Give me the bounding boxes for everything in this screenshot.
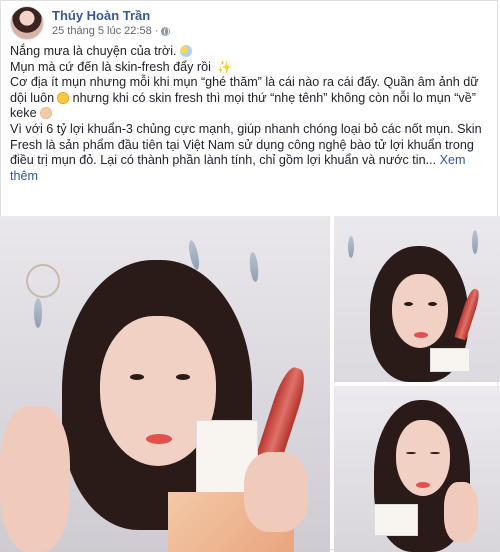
- feather-decor: [248, 251, 260, 283]
- lipstick: [255, 364, 311, 464]
- post-text: Nắng mưa là chuyện của trời. Mụn mà cứ đ…: [10, 44, 488, 184]
- post-line-3: Cơ địa ít mụn nhưng mỗi khi mụn “ghé thă…: [10, 75, 479, 121]
- eye: [130, 374, 144, 380]
- lips: [414, 332, 428, 338]
- eye: [406, 452, 416, 454]
- hand: [0, 406, 70, 552]
- eye: [404, 302, 413, 306]
- post-line-1: Nắng mưa là chuyện của trời.: [10, 44, 488, 60]
- lips: [146, 434, 172, 444]
- hand: [244, 452, 308, 532]
- thumbs-up-icon: [39, 107, 52, 120]
- main-photo[interactable]: [0, 216, 330, 552]
- post-timestamp[interactable]: 25 tháng 5 lúc 22:58: [52, 24, 152, 38]
- avatar[interactable]: [10, 6, 44, 40]
- crying-face-icon: [57, 91, 70, 104]
- author-name[interactable]: Thúy Hoàn Trần: [52, 8, 170, 24]
- hand: [444, 482, 478, 542]
- post-meta: Thúy Hoàn Trần 25 tháng 5 lúc 22:58 ·: [52, 8, 171, 38]
- eye: [428, 302, 437, 306]
- product-pack: [374, 504, 418, 536]
- product-pack: [430, 348, 470, 372]
- feather-decor: [348, 236, 354, 258]
- post-header: Thúy Hoàn Trần 25 tháng 5 lúc 22:58 ·: [10, 6, 171, 40]
- eye: [430, 452, 440, 454]
- globe-icon: [161, 26, 171, 36]
- side-photo-1[interactable]: [334, 216, 500, 382]
- post-line-2: Mụn mà cứ đến là skin-fresh đẩy rồi ✨: [10, 59, 233, 74]
- photo-grid: [0, 216, 500, 552]
- side-photo-2[interactable]: [334, 386, 500, 552]
- meta-separator: ·: [154, 25, 159, 37]
- feather-decor: [34, 298, 42, 328]
- feather-decor: [472, 230, 478, 254]
- sun-behind-cloud-icon: [179, 45, 192, 57]
- eye: [176, 374, 190, 380]
- sparkles-icon: ✨: [217, 59, 233, 74]
- post-line-4: Vì với 6 tỷ lợi khuẩn-3 chủng cực mạnh, …: [10, 121, 482, 183]
- lips: [416, 482, 430, 488]
- time-row: 25 tháng 5 lúc 22:58 ·: [52, 24, 171, 38]
- dreamcatcher-decor: [26, 264, 60, 298]
